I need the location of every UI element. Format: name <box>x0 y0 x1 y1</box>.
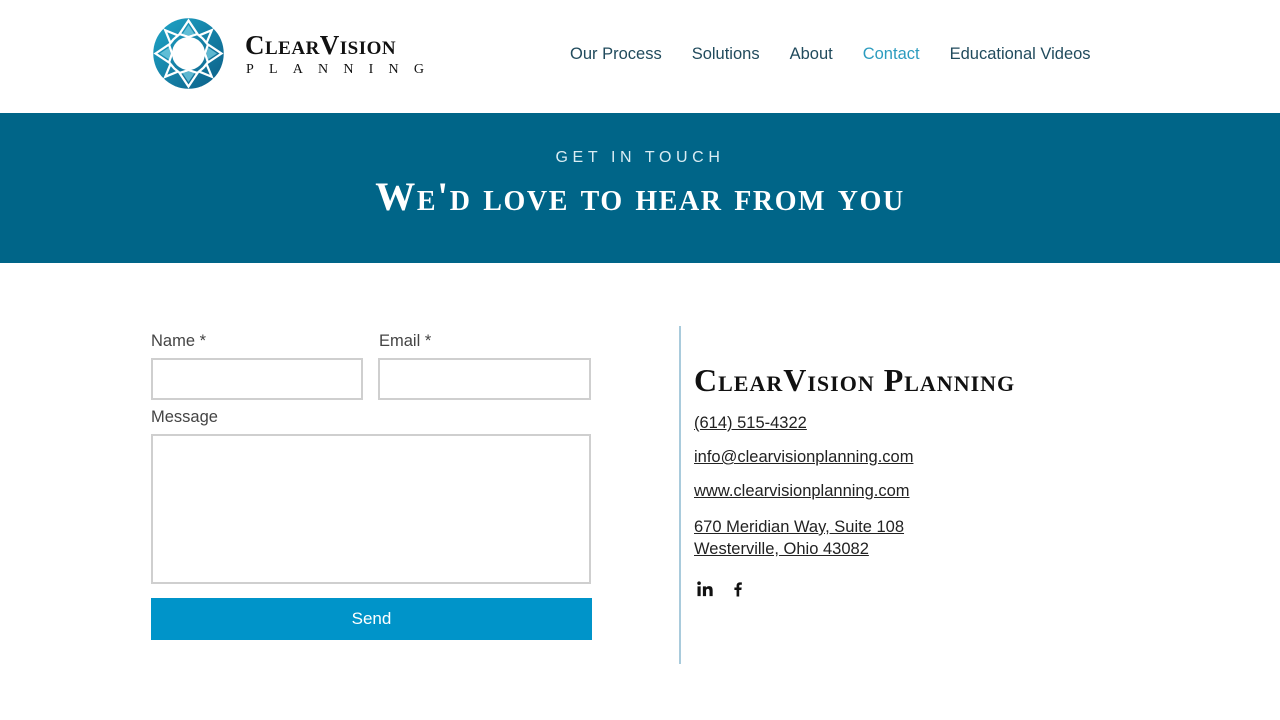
company-name: ClearVision Planning <box>694 362 1016 398</box>
logo-name: ClearVision <box>245 29 397 60</box>
nav-item-solutions[interactable]: Solutions <box>692 44 760 64</box>
phone-link[interactable]: (614) 515-4322 <box>694 412 807 434</box>
contact-info: ClearVision Planning (614) 515-4322 info… <box>694 360 1144 597</box>
address-line-1[interactable]: 670 Meridian Way, Suite 108 <box>694 516 904 538</box>
nav-item-educational-videos[interactable]: Educational Videos <box>950 44 1091 64</box>
name-field[interactable] <box>151 358 363 400</box>
banner-title: We'd love to hear from you <box>375 174 905 219</box>
social-links <box>694 578 760 600</box>
site-logo[interactable]: ClearVision PLANNING <box>151 16 439 91</box>
send-button[interactable]: Send <box>151 598 592 640</box>
name-label: Name * <box>151 332 207 350</box>
message-label: Message <box>151 408 218 426</box>
address-line-2[interactable]: Westerville, Ohio 43082 <box>694 538 869 560</box>
site-header: ClearVision PLANNING Our Process Solutio… <box>0 0 1280 113</box>
nav-item-our-process[interactable]: Our Process <box>570 44 662 64</box>
email-label: Email * <box>379 332 432 350</box>
circular-mosaic-logo-icon <box>153 18 224 89</box>
nav-item-about[interactable]: About <box>790 44 833 64</box>
message-field[interactable] <box>151 434 591 584</box>
email-field[interactable] <box>378 358 591 400</box>
vertical-divider <box>679 326 681 664</box>
main-nav: Our Process Solutions About Contact Educ… <box>570 44 1091 64</box>
contact-banner: GET IN TOUCH We'd love to hear from you <box>0 113 1280 263</box>
website-link[interactable]: www.clearvisionplanning.com <box>694 480 910 502</box>
logo-tagline: PLANNING <box>246 61 440 77</box>
banner-eyebrow: GET IN TOUCH <box>555 149 725 166</box>
email-link[interactable]: info@clearvisionplanning.com <box>694 446 913 468</box>
facebook-icon[interactable] <box>727 578 749 600</box>
nav-item-contact[interactable]: Contact <box>863 44 920 64</box>
linkedin-icon[interactable] <box>694 578 716 600</box>
logo-text: ClearVision PLANNING <box>245 31 439 79</box>
